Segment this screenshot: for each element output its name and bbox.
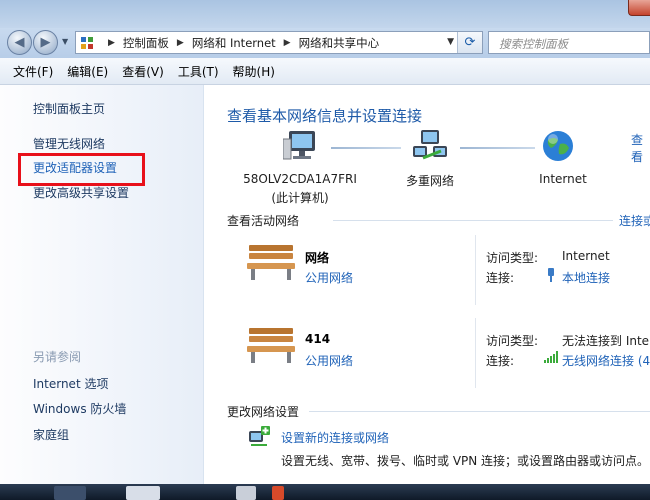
computer-icon xyxy=(283,131,315,160)
bench-icon xyxy=(247,245,295,280)
breadcrumb-network-internet[interactable]: 网络和 Internet xyxy=(192,35,276,51)
taskbar xyxy=(0,484,650,500)
section-divider xyxy=(309,411,650,412)
sidebar-control-panel-home[interactable]: 控制面板主页 xyxy=(33,100,105,117)
control-panel-icon xyxy=(81,36,93,49)
menu-tools[interactable]: 工具(T) xyxy=(171,63,226,80)
see-also-heading: 另请参阅 xyxy=(33,350,82,364)
view-full-map-link[interactable]: 查看 xyxy=(631,131,650,165)
address-dropdown-icon[interactable]: ▼ xyxy=(447,37,454,47)
globe-icon xyxy=(543,131,573,161)
column-divider xyxy=(475,318,476,388)
sidebar-internet-options[interactable]: Internet 选项 xyxy=(33,375,108,392)
setup-connection-description: 设置无线、宽带、拨号、临时或 VPN 连接；或设置路由器或访问点。 xyxy=(281,454,650,468)
back-button[interactable]: ◀ xyxy=(7,30,32,55)
network-type-link[interactable]: 公用网络 xyxy=(305,352,353,369)
taskbar-button[interactable] xyxy=(272,486,284,500)
forward-button[interactable]: ▶ xyxy=(33,30,58,55)
multiple-networks-label: 多重网络 xyxy=(405,174,454,188)
title-bar xyxy=(0,0,650,28)
sidebar-manage-wireless[interactable]: 管理无线网络 xyxy=(33,135,105,152)
ethernet-icon xyxy=(548,268,554,282)
sidebar-windows-firewall[interactable]: Windows 防火墙 xyxy=(33,400,126,417)
menu-edit[interactable]: 编辑(E) xyxy=(60,63,115,80)
sidebar: 控制面板主页 管理无线网络 更改适配器设置 更改高级共享设置 另请参阅 Inte… xyxy=(0,85,204,500)
page-title: 查看基本网络信息并设置连接 xyxy=(227,107,423,125)
access-type-label: 访问类型: xyxy=(486,251,539,265)
column-divider xyxy=(475,235,476,305)
menu-file[interactable]: 文件(F) xyxy=(6,63,60,80)
menu-help[interactable]: 帮助(H) xyxy=(226,63,282,80)
network-icon xyxy=(413,130,447,160)
section-divider xyxy=(333,220,613,221)
history-dropdown-button[interactable]: ▼ xyxy=(62,37,68,46)
map-connector xyxy=(460,147,535,149)
refresh-button[interactable]: ⟳ xyxy=(457,32,482,53)
active-networks-heading: 查看活动网络 xyxy=(227,214,300,228)
sidebar-advanced-sharing[interactable]: 更改高级共享设置 xyxy=(33,184,129,201)
bench-icon xyxy=(247,328,295,363)
computer-label: 58OLV2CDA1A7FRI xyxy=(243,172,357,186)
breadcrumb-network-sharing-center[interactable]: 网络和共享中心 xyxy=(299,35,380,51)
taskbar-button[interactable] xyxy=(126,486,160,500)
address-bar[interactable]: ▶ 控制面板 ▶ 网络和 Internet ▶ 网络和共享中心 ▼ ⟳ xyxy=(75,31,483,54)
refresh-icon: ⟳ xyxy=(464,35,476,50)
arrow-right-icon: ▶ xyxy=(40,35,51,50)
wifi-signal-icon xyxy=(544,351,558,363)
sidebar-homegroup[interactable]: 家庭组 xyxy=(33,426,69,443)
network-type-link[interactable]: 公用网络 xyxy=(305,269,353,286)
arrow-left-icon: ◀ xyxy=(14,35,25,50)
access-type-label: 访问类型: xyxy=(486,334,539,348)
taskbar-button[interactable] xyxy=(54,486,86,500)
breadcrumb-control-panel[interactable]: 控制面板 xyxy=(123,35,169,51)
computer-label-sub: (此计算机) xyxy=(271,191,329,205)
connect-or-disconnect-link[interactable]: 连接或 xyxy=(619,212,650,229)
search-input[interactable]: 搜索控制面板 xyxy=(488,31,650,54)
network-name: 网络 xyxy=(305,251,330,265)
close-button[interactable] xyxy=(628,0,650,16)
connection-link[interactable]: 本地连接 xyxy=(562,269,610,286)
connection-label: 连接: xyxy=(486,354,515,368)
new-connection-icon xyxy=(249,426,270,446)
map-connector xyxy=(331,147,401,149)
setup-new-connection-link[interactable]: 设置新的连接或网络 xyxy=(281,429,389,446)
breadcrumb-separator[interactable]: ▶ xyxy=(177,38,184,48)
access-type-value: 无法连接到 Inter xyxy=(562,334,650,348)
network-name: 414 xyxy=(305,332,331,346)
menu-view[interactable]: 查看(V) xyxy=(115,63,171,80)
connection-label: 连接: xyxy=(486,271,515,285)
address-toolbar: ◀ ▶ ▼ ▶ 控制面板 ▶ 网络和 Internet ▶ 网络和共享中心 ▼ … xyxy=(0,28,650,58)
internet-label: Internet xyxy=(539,172,587,186)
connection-link[interactable]: 无线网络连接 (4 xyxy=(562,352,650,369)
access-type-value: Internet xyxy=(562,249,610,263)
taskbar-button[interactable] xyxy=(236,486,256,500)
breadcrumb-separator[interactable]: ▶ xyxy=(284,38,291,48)
menu-bar: 文件(F) 编辑(E) 查看(V) 工具(T) 帮助(H) xyxy=(0,58,650,85)
network-sharing-center-window: ◀ ▶ ▼ ▶ 控制面板 ▶ 网络和 Internet ▶ 网络和共享中心 ▼ … xyxy=(0,0,650,500)
main-content: 查看基本网络信息并设置连接 查看 58OLV2CDA1A7FRI (此计算机) … xyxy=(205,85,650,500)
breadcrumb-separator[interactable]: ▶ xyxy=(108,38,115,48)
sidebar-change-adapter-settings[interactable]: 更改适配器设置 xyxy=(33,159,117,176)
change-settings-heading: 更改网络设置 xyxy=(227,405,300,419)
